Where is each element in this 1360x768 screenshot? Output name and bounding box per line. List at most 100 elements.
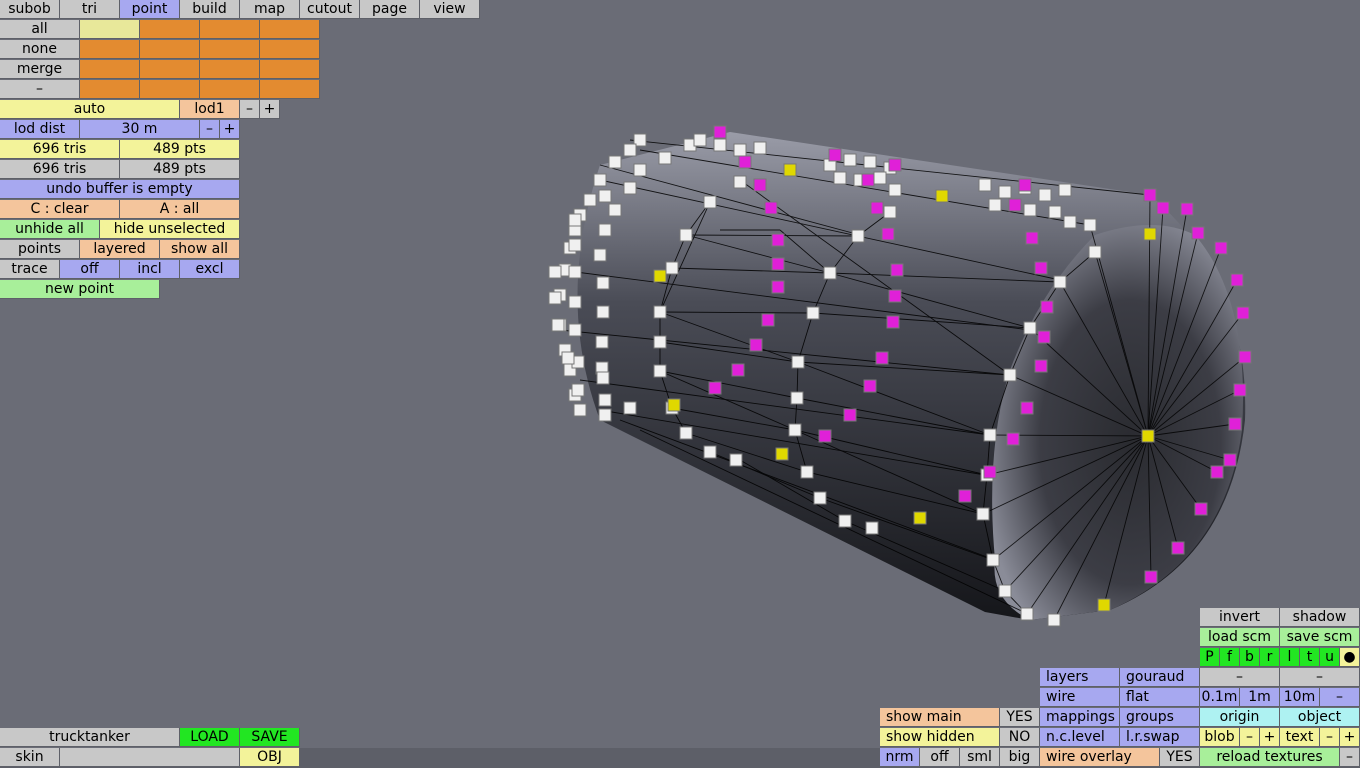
wire-button[interactable]: wire: [1040, 688, 1120, 707]
vertex-153[interactable]: [1023, 203, 1037, 217]
trace-off-button[interactable]: off: [60, 260, 120, 279]
vertex-27[interactable]: [1088, 245, 1102, 259]
swatch-12[interactable]: [260, 60, 320, 79]
vertex-32[interactable]: [703, 195, 717, 209]
vertex-21[interactable]: [976, 507, 990, 521]
vertex-109[interactable]: [596, 276, 610, 290]
vertex-56[interactable]: [764, 201, 778, 215]
vertex-57[interactable]: [771, 233, 785, 247]
vertex-147[interactable]: [998, 185, 1012, 199]
swatch-1[interactable]: [80, 20, 140, 39]
vertex-66[interactable]: [890, 263, 904, 277]
gouraud-button[interactable]: gouraud: [1120, 668, 1200, 687]
swatch-6[interactable]: [140, 40, 200, 59]
vertex-104[interactable]: [623, 401, 637, 415]
vertex-143[interactable]: [888, 158, 902, 172]
swatch-10[interactable]: [140, 60, 200, 79]
vertex-65[interactable]: [881, 227, 895, 241]
swatch-11[interactable]: [200, 60, 260, 79]
mappings-button[interactable]: mappings: [1040, 708, 1120, 727]
vertex-19[interactable]: [998, 584, 1012, 598]
lrswap-button[interactable]: l.r.swap: [1120, 728, 1200, 747]
swatch-15[interactable]: [200, 80, 260, 99]
select-none-button[interactable]: none: [0, 40, 80, 59]
size-sml-button[interactable]: sml: [960, 748, 1000, 767]
vertex-39[interactable]: [679, 426, 693, 440]
groups-button[interactable]: groups: [1120, 708, 1200, 727]
flag-toggle-4[interactable]: l: [1280, 648, 1300, 667]
vertex-116[interactable]: [568, 238, 582, 252]
vertex-145[interactable]: [861, 173, 875, 187]
vertex-50[interactable]: [813, 491, 827, 505]
vertex-4[interactable]: [1214, 241, 1228, 255]
lod-dist-value[interactable]: 30 m: [80, 120, 200, 139]
vertex-83[interactable]: [935, 189, 949, 203]
vertex-59[interactable]: [771, 280, 785, 294]
vertex-29[interactable]: [1143, 227, 1157, 241]
vertex-128[interactable]: [658, 151, 672, 165]
vertex-5[interactable]: [1230, 273, 1244, 287]
vertex-62[interactable]: [731, 363, 745, 377]
load-scm-button[interactable]: load scm: [1200, 628, 1280, 647]
vertex-55[interactable]: [753, 178, 767, 192]
vertex-110[interactable]: [596, 305, 610, 319]
menu-tab-page[interactable]: page: [360, 0, 420, 19]
flag-toggle-5[interactable]: t: [1300, 648, 1320, 667]
lod-auto-button[interactable]: auto: [0, 100, 180, 119]
vertex-68[interactable]: [886, 315, 900, 329]
vertex-135[interactable]: [738, 155, 752, 169]
vertex-51[interactable]: [838, 514, 852, 528]
unhide-all-button[interactable]: unhide all: [0, 220, 100, 239]
swatch-13[interactable]: [80, 80, 140, 99]
vertex-30[interactable]: [1141, 429, 1155, 443]
vertex-6[interactable]: [1236, 306, 1250, 320]
vertex-11[interactable]: [1210, 465, 1224, 479]
model-name[interactable]: trucktanker: [0, 728, 180, 747]
lod-dec-button[interactable]: –: [240, 100, 260, 119]
grid-1m-button[interactable]: 1m: [1240, 688, 1280, 707]
minus-button-1[interactable]: –: [1200, 668, 1280, 687]
grid-10m-button[interactable]: 10m: [1280, 688, 1320, 707]
vertex-122[interactable]: [548, 265, 562, 279]
vertex-149[interactable]: [1038, 188, 1052, 202]
vertex-77[interactable]: [1034, 359, 1048, 373]
vertex-34[interactable]: [665, 261, 679, 275]
size-off-button[interactable]: off: [920, 748, 960, 767]
vertex-86[interactable]: [775, 447, 789, 461]
vertex-124[interactable]: [551, 318, 565, 332]
blob-inc-button[interactable]: +: [1260, 728, 1280, 747]
vertex-14[interactable]: [1144, 570, 1158, 584]
vertex-58[interactable]: [771, 257, 785, 271]
text-dec-button[interactable]: –: [1320, 728, 1340, 747]
vertex-150[interactable]: [1058, 183, 1072, 197]
all-button[interactable]: A : all: [120, 200, 240, 219]
vertex-154[interactable]: [988, 198, 1002, 212]
menu-tab-cutout[interactable]: cutout: [300, 0, 360, 19]
obj-button[interactable]: OBJ: [240, 748, 300, 767]
vertex-44[interactable]: [823, 266, 837, 280]
menu-tab-build[interactable]: build: [180, 0, 240, 19]
vertex-89[interactable]: [623, 143, 637, 157]
vertex-144[interactable]: [828, 148, 842, 162]
vertex-79[interactable]: [1006, 432, 1020, 446]
vertex-156[interactable]: [1008, 198, 1022, 212]
wire-overlay-toggle[interactable]: wire overlay: [1040, 748, 1160, 767]
reload-textures-button[interactable]: reload textures: [1200, 748, 1340, 767]
vertex-31[interactable]: [1097, 598, 1111, 612]
swatch-7[interactable]: [200, 40, 260, 59]
vertex-7[interactable]: [1238, 350, 1252, 364]
grid-0-1m-button[interactable]: 0.1m: [1200, 688, 1240, 707]
show-hidden-toggle[interactable]: show hidden: [880, 728, 1000, 747]
vertex-60[interactable]: [761, 313, 775, 327]
load-button[interactable]: LOAD: [180, 728, 240, 747]
vertex-105[interactable]: [598, 189, 612, 203]
vertex-1[interactable]: [1156, 201, 1170, 215]
vertex-12[interactable]: [1194, 502, 1208, 516]
vertex-107[interactable]: [598, 223, 612, 237]
trace-excl-button[interactable]: excl: [180, 260, 240, 279]
vertex-81[interactable]: [958, 489, 972, 503]
swatch-4[interactable]: [260, 20, 320, 39]
vertex-74[interactable]: [1034, 261, 1048, 275]
flag-toggle-1[interactable]: f: [1220, 648, 1240, 667]
vertex-0[interactable]: [1143, 188, 1157, 202]
